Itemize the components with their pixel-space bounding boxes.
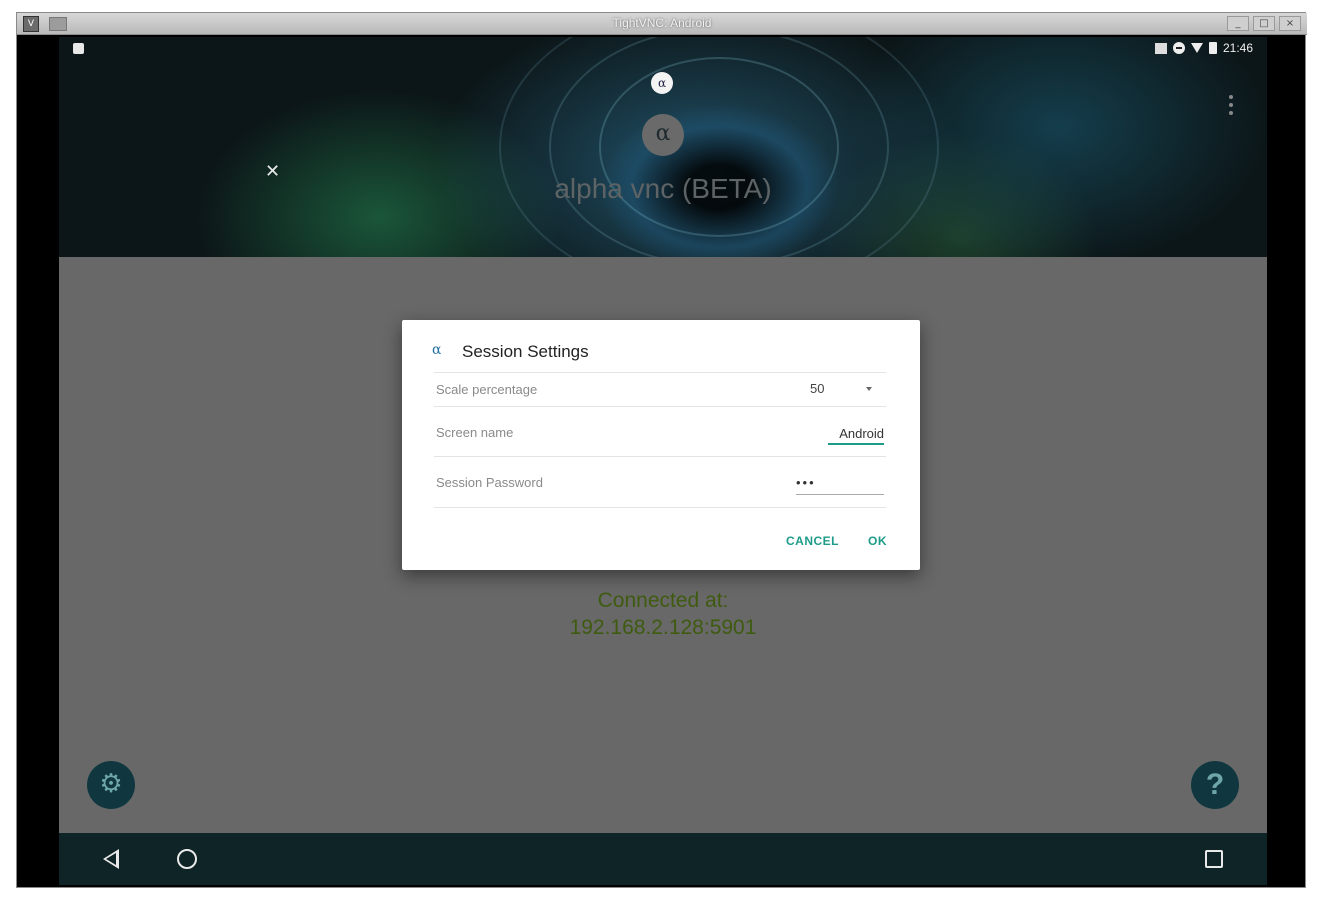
navigation-bar [59, 833, 1267, 885]
screen-name-label: Screen name [436, 425, 514, 440]
settings-fab-button[interactable]: ⚙ [87, 761, 135, 809]
alpha-icon: α [432, 342, 442, 358]
scale-percentage-label: Scale percentage [436, 382, 538, 397]
do-not-disturb-icon [1172, 42, 1185, 54]
alpha-notification-icon[interactable]: α [651, 72, 673, 94]
scale-percentage-value: 50 [810, 381, 825, 396]
wifi-icon [1190, 43, 1203, 53]
close-window-button[interactable]: × [1279, 16, 1301, 31]
header-banner: 21:46 α ✕ α alpha vnc (BETA) [59, 37, 1267, 297]
status-icons: 21:46 [1154, 41, 1253, 55]
dialog-title: Session Settings [462, 342, 589, 361]
notification-icon [73, 43, 84, 54]
banner-decoration [599, 57, 839, 237]
status-bar: 21:46 [59, 37, 1267, 61]
app-logo-icon: α [642, 114, 684, 156]
screen-name-input[interactable] [828, 423, 884, 445]
minimize-button[interactable]: _ [1227, 16, 1249, 31]
screen-name-row: Screen name [434, 406, 886, 456]
no-sim-icon [1154, 42, 1167, 54]
session-password-input[interactable] [796, 471, 884, 495]
recents-nav-icon[interactable] [1205, 850, 1223, 868]
scale-percentage-select[interactable]: 50 [810, 381, 872, 399]
home-nav-icon[interactable] [177, 849, 197, 869]
window-controls: _ □ × [1227, 16, 1301, 31]
host-titlebar[interactable]: V TightVNC: Android _ □ × [17, 13, 1307, 35]
connected-address: 192.168.2.128:5901 [569, 616, 757, 639]
ok-button[interactable]: OK [868, 534, 887, 548]
window-title: TightVNC: Android [612, 16, 712, 30]
dropdown-arrow-icon [866, 387, 872, 391]
connected-label: Connected at: [597, 589, 729, 612]
overflow-menu-icon[interactable] [1229, 95, 1233, 115]
maximize-button[interactable]: □ [1253, 16, 1275, 31]
session-password-label: Session Password [436, 475, 543, 490]
app-title: alpha vnc (BETA) [554, 173, 772, 204]
scale-percentage-row: Scale percentage 50 [434, 372, 886, 406]
back-nav-icon[interactable] [103, 849, 119, 869]
status-time: 21:46 [1222, 41, 1253, 55]
connection-status: Connected at: 192.168.2.128:5901 [59, 587, 1267, 641]
session-settings-dialog: α Session Settings Scale percentage 50 S… [402, 320, 920, 570]
battery-icon [1208, 42, 1217, 54]
cancel-button[interactable]: CANCEL [786, 534, 839, 548]
help-fab-button[interactable]: ? [1191, 761, 1239, 809]
session-password-row: Session Password [434, 456, 886, 508]
